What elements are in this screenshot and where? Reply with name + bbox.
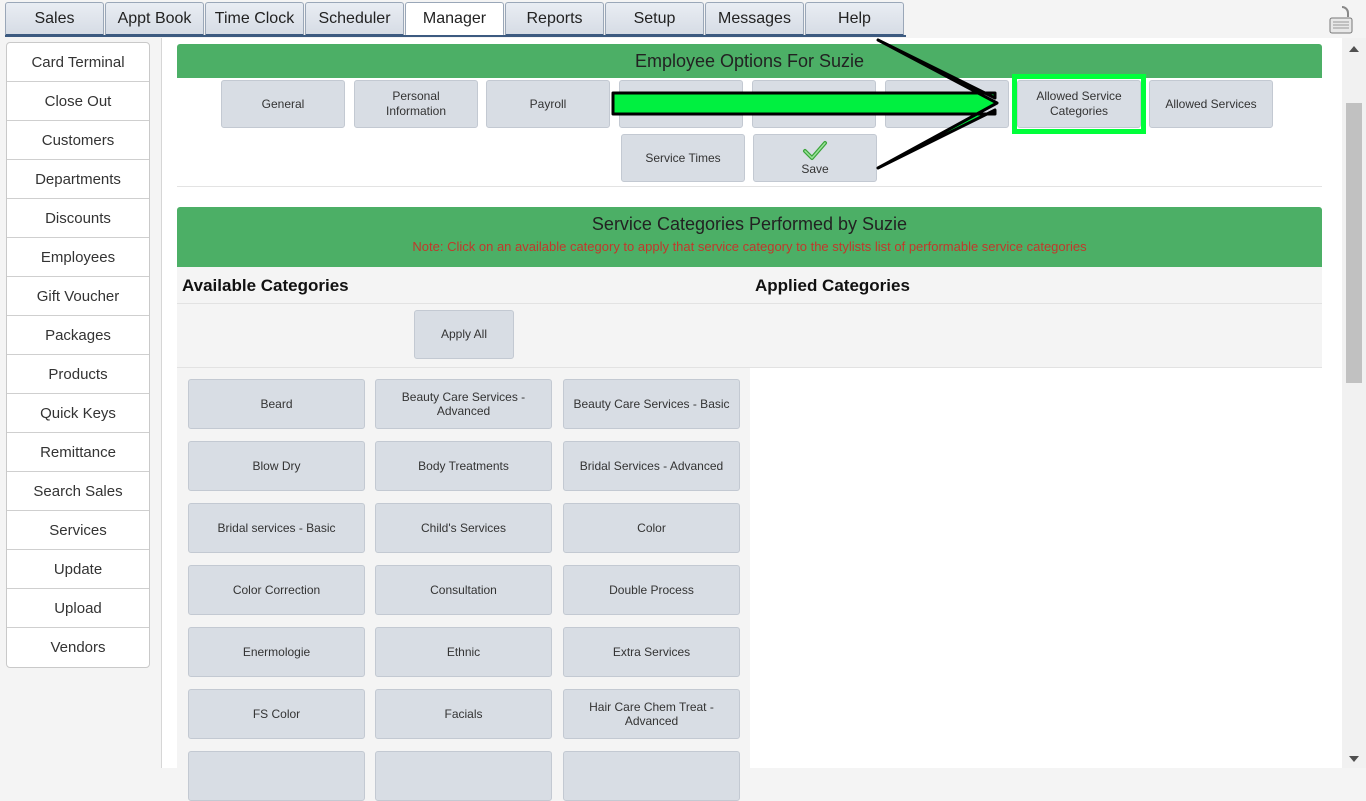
tab-help[interactable]: Help bbox=[805, 2, 904, 36]
checkmark-icon bbox=[802, 140, 828, 162]
tab-sales[interactable]: Sales bbox=[5, 2, 104, 36]
category-enermologie[interactable]: Enermologie bbox=[188, 627, 365, 677]
category-color[interactable]: Color bbox=[563, 503, 740, 553]
allowed-services-button[interactable]: Allowed Services bbox=[1149, 80, 1273, 128]
available-categories-heading: Available Categories bbox=[182, 276, 349, 295]
category-color-correction[interactable]: Color Correction bbox=[188, 565, 365, 615]
tab-messages[interactable]: Messages bbox=[705, 2, 804, 36]
save-button[interactable]: Save bbox=[753, 134, 877, 182]
sidebar-item-close-out[interactable]: Close Out bbox=[7, 82, 149, 121]
category-bridal-advanced[interactable]: Bridal Services - Advanced bbox=[563, 441, 740, 491]
category-ethnic[interactable]: Ethnic bbox=[375, 627, 552, 677]
tab-setup[interactable]: Setup bbox=[605, 2, 704, 36]
service-categories-title: Service Categories Performed by Suzie bbox=[591, 214, 908, 234]
category-beauty-care-advanced[interactable]: Beauty Care Services - Advanced bbox=[375, 379, 552, 429]
scroll-thumb[interactable] bbox=[1346, 103, 1362, 383]
employee-options-title: Employee Options For Suzie bbox=[177, 44, 1322, 78]
sidebar-item-update[interactable]: Update bbox=[7, 550, 149, 589]
sidebar-item-card-terminal[interactable]: Card Terminal bbox=[7, 43, 149, 82]
top-navigation-tabs: Sales Appt Book Time Clock Scheduler Man… bbox=[5, 2, 905, 36]
category-beauty-care-basic[interactable]: Beauty Care Services - Basic bbox=[563, 379, 740, 429]
sidebar-item-discounts[interactable]: Discounts bbox=[7, 199, 149, 238]
hidden-option-button-3[interactable] bbox=[885, 80, 1009, 128]
scroll-up-arrow-icon[interactable] bbox=[1349, 46, 1359, 52]
sidebar-item-employees[interactable]: Employees bbox=[7, 238, 149, 277]
sidebar-item-packages[interactable]: Packages bbox=[7, 316, 149, 355]
available-categories-list: Beard Beauty Care Services - Advanced Be… bbox=[177, 368, 750, 801]
category-facials[interactable]: Facials bbox=[375, 689, 552, 739]
sidebar-item-quick-keys[interactable]: Quick Keys bbox=[7, 394, 149, 433]
sidebar-item-upload[interactable]: Upload bbox=[7, 589, 149, 628]
service-categories-note: Note: Click on an available category to … bbox=[412, 239, 1087, 254]
tab-scheduler[interactable]: Scheduler bbox=[305, 2, 404, 36]
sidebar-item-gift-voucher[interactable]: Gift Voucher bbox=[7, 277, 149, 316]
tab-manager[interactable]: Manager bbox=[405, 2, 504, 36]
manager-sidebar: Card Terminal Close Out Customers Depart… bbox=[6, 42, 150, 668]
category-partial-row-3[interactable] bbox=[563, 751, 740, 801]
category-partial-row-1[interactable] bbox=[188, 751, 365, 801]
apply-all-row: Apply All bbox=[177, 304, 1322, 368]
category-bridal-basic[interactable]: Bridal services - Basic bbox=[188, 503, 365, 553]
tab-strip-divider bbox=[5, 35, 906, 37]
category-hair-care-chem-advanced[interactable]: Hair Care Chem Treat - Advanced bbox=[563, 689, 740, 739]
sidebar-item-customers[interactable]: Customers bbox=[7, 121, 149, 160]
sidebar-item-remittance[interactable]: Remittance bbox=[7, 433, 149, 472]
page-scrollbar[interactable] bbox=[1342, 38, 1366, 768]
category-blow-dry[interactable]: Blow Dry bbox=[188, 441, 365, 491]
category-fs-color[interactable]: FS Color bbox=[188, 689, 365, 739]
category-column-headers: Available Categories Applied Categories bbox=[177, 267, 1322, 304]
scroll-down-arrow-icon[interactable] bbox=[1349, 756, 1359, 762]
category-partial-row-2[interactable] bbox=[375, 751, 552, 801]
general-button[interactable]: General bbox=[221, 80, 345, 128]
category-extra-services[interactable]: Extra Services bbox=[563, 627, 740, 677]
category-double-process[interactable]: Double Process bbox=[563, 565, 740, 615]
apply-all-button[interactable]: Apply All bbox=[414, 310, 514, 359]
sidebar-item-search-sales[interactable]: Search Sales bbox=[7, 472, 149, 511]
sidebar-item-departments[interactable]: Departments bbox=[7, 160, 149, 199]
service-categories-header: Service Categories Performed by Suzie No… bbox=[177, 207, 1322, 267]
category-consultation[interactable]: Consultation bbox=[375, 565, 552, 615]
main-content: Employee Options For Suzie General Perso… bbox=[162, 38, 1342, 801]
category-beard[interactable]: Beard bbox=[188, 379, 365, 429]
save-button-label: Save bbox=[801, 161, 829, 176]
category-body-treatments[interactable]: Body Treatments bbox=[375, 441, 552, 491]
payroll-button[interactable]: Payroll bbox=[486, 80, 610, 128]
hidden-option-button-2[interactable] bbox=[752, 80, 876, 128]
sidebar-item-vendors[interactable]: Vendors bbox=[7, 628, 149, 667]
tab-reports[interactable]: Reports bbox=[505, 2, 604, 36]
sidebar-item-services[interactable]: Services bbox=[7, 511, 149, 550]
personal-information-button[interactable]: Personal Information bbox=[354, 80, 478, 128]
service-times-button[interactable]: Service Times bbox=[621, 134, 745, 182]
allowed-service-categories-button[interactable]: Allowed Service Categories bbox=[1017, 80, 1141, 128]
category-childs-services[interactable]: Child's Services bbox=[375, 503, 552, 553]
tab-appt-book[interactable]: Appt Book bbox=[105, 2, 204, 36]
applied-categories-heading: Applied Categories bbox=[755, 276, 910, 295]
lock-icon[interactable] bbox=[1328, 5, 1356, 35]
tab-time-clock[interactable]: Time Clock bbox=[205, 2, 304, 36]
hidden-option-button-1[interactable] bbox=[619, 80, 743, 128]
section-separator bbox=[177, 186, 1322, 187]
sidebar-item-products[interactable]: Products bbox=[7, 355, 149, 394]
